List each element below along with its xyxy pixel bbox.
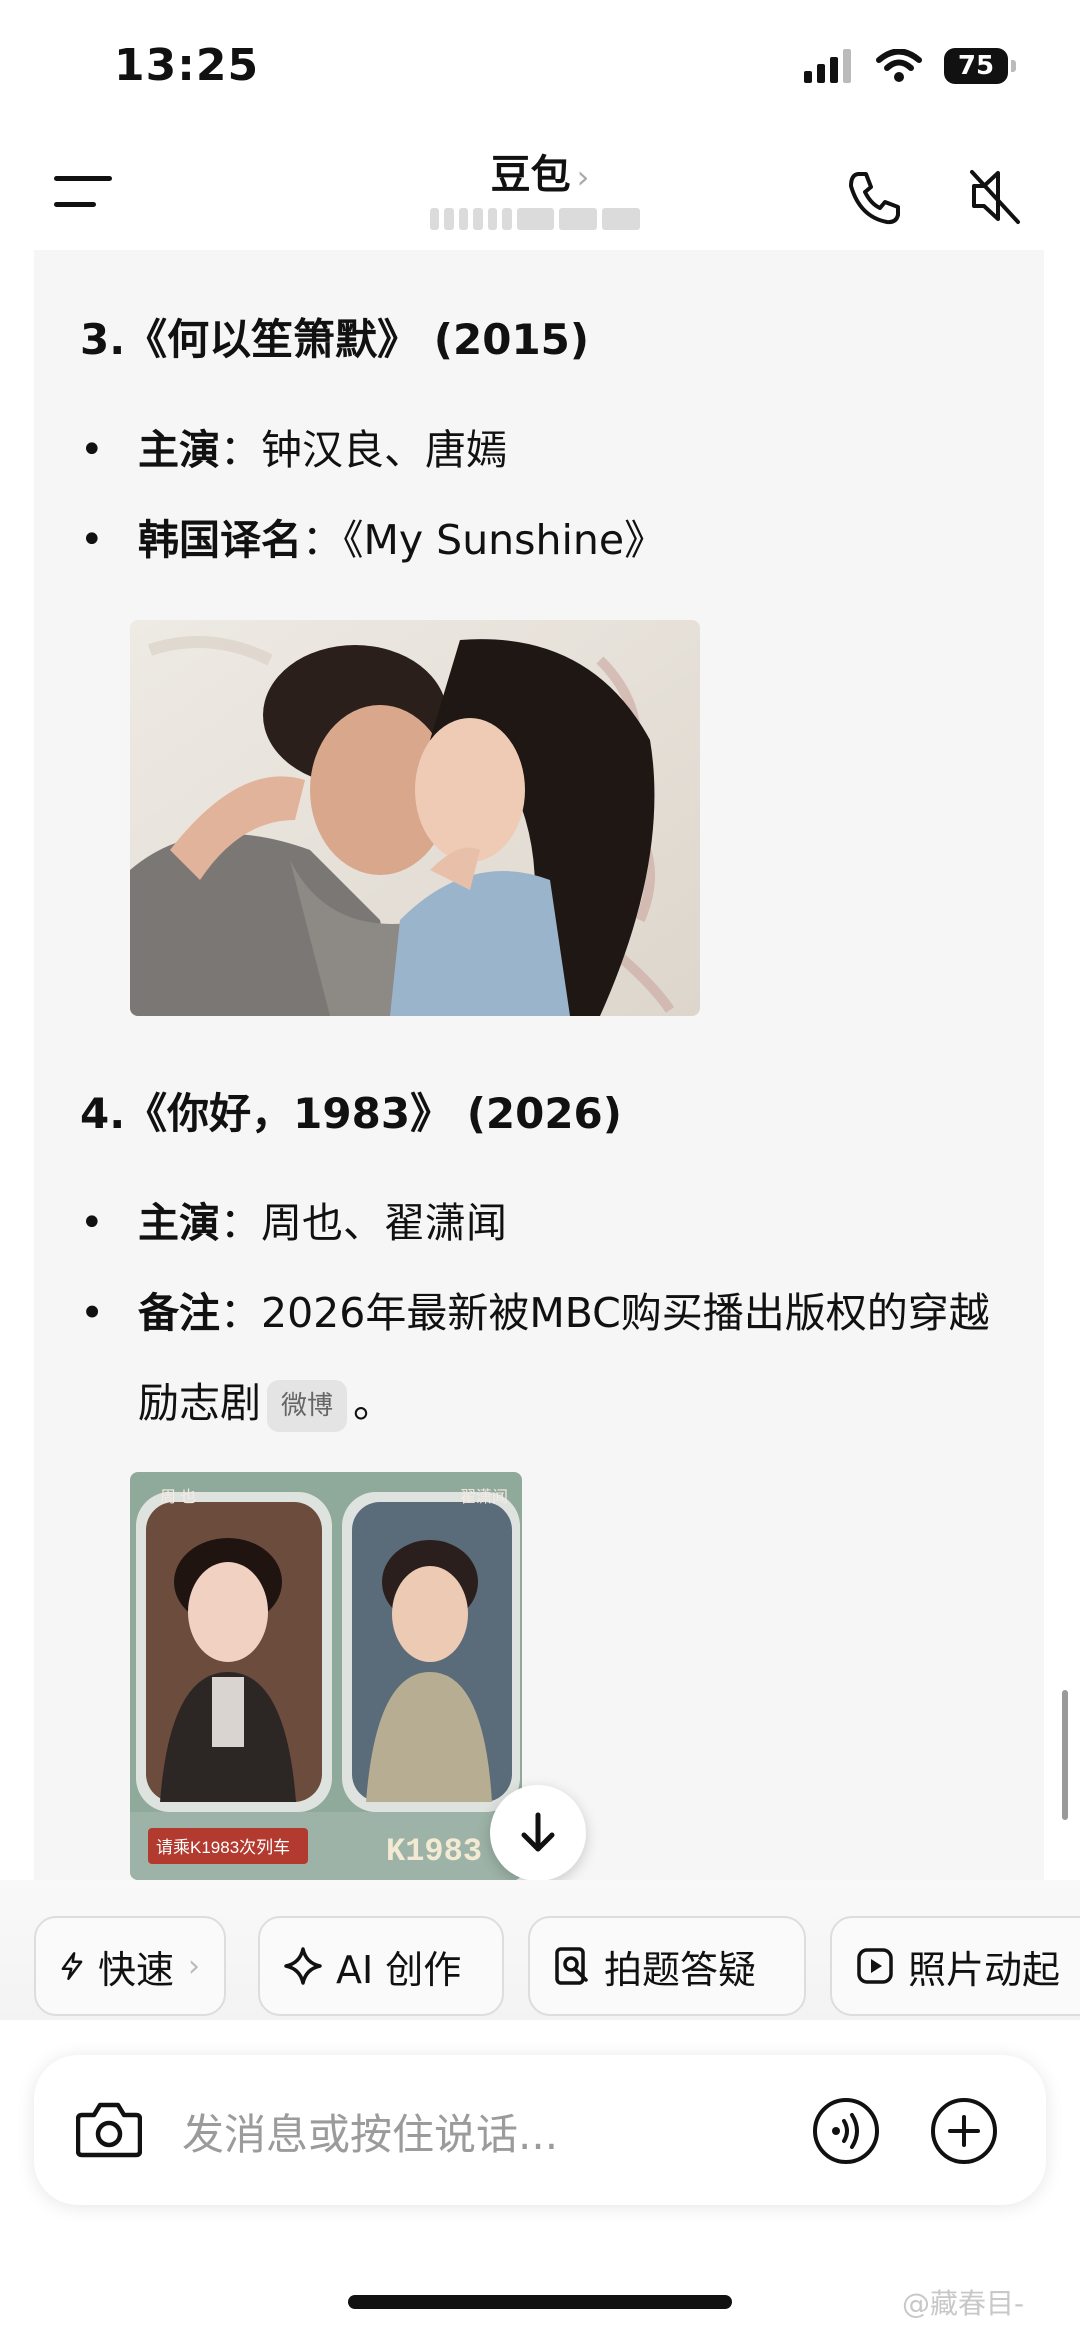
status-bar: 13:25 75 bbox=[0, 0, 1080, 130]
chip-label: 快速 bbox=[97, 1947, 174, 1992]
chip-scan-question[interactable]: 拍题答疑 bbox=[528, 1916, 806, 2016]
cast-label: 主演 bbox=[138, 426, 220, 474]
signal-icon bbox=[804, 49, 851, 83]
chevron-right-icon: › bbox=[576, 158, 590, 196]
chip-quick[interactable]: 快速 › bbox=[34, 1916, 226, 2016]
poster-train-number: K1983 bbox=[386, 1833, 482, 1870]
poster-actor-right: 翟潇闻 bbox=[460, 1488, 508, 1506]
chip-label: AI 创作 bbox=[336, 1947, 462, 1992]
status-icons: 75 bbox=[804, 48, 1016, 84]
drama-title-3: 3.《何以笙箫默》 (2015) bbox=[80, 315, 590, 364]
bullet-dot: • bbox=[80, 1289, 105, 1337]
bolt-icon bbox=[61, 1952, 83, 1980]
quick-actions-bar: 快速 › AI 创作 拍题答疑 照片动起 bbox=[0, 1880, 1080, 2020]
list-item: • 主演 ：钟汉良、唐嫣 bbox=[80, 405, 507, 495]
note-label: 备注 bbox=[138, 1289, 220, 1337]
scan-question-icon bbox=[555, 1947, 588, 1985]
poster-train-sign: 请乘K1983次列车 bbox=[156, 1838, 290, 1857]
sparkle-icon bbox=[284, 1947, 322, 1985]
header-title: 豆包 bbox=[490, 152, 571, 198]
header-title-wrap[interactable]: 豆包 › bbox=[0, 142, 1080, 200]
scrollbar[interactable] bbox=[1062, 1690, 1068, 1820]
source-badge[interactable]: 微博 bbox=[267, 1380, 348, 1432]
mute-icon[interactable] bbox=[968, 166, 1024, 226]
scroll-to-bottom-button[interactable] bbox=[490, 1785, 586, 1881]
arrow-down-icon bbox=[521, 1812, 555, 1852]
plus-icon[interactable] bbox=[930, 2097, 998, 2165]
poster-actor-left: 周 也 bbox=[160, 1488, 196, 1506]
wifi-icon bbox=[876, 49, 922, 82]
chip-label: 拍题答疑 bbox=[604, 1947, 757, 1992]
note-body: 备注：2026年最新被MBC购买播出版权的穿越励志剧 微博。 bbox=[138, 1268, 998, 1448]
poster-illustration bbox=[130, 620, 700, 1016]
watermark: @藏春目- bbox=[902, 2287, 1025, 2320]
message-input-bar: 发消息或按住说话... bbox=[34, 2055, 1046, 2205]
battery-icon: 75 bbox=[944, 48, 1016, 84]
list-item: • 韩国译名 ：《My Sunshine》 bbox=[80, 495, 665, 585]
cast-label: 主演 bbox=[138, 1199, 220, 1247]
chevron-right-icon: › bbox=[188, 1948, 200, 1984]
list-item: • 备注：2026年最新被MBC购买播出版权的穿越励志剧 微博。 bbox=[80, 1268, 998, 1448]
korean-title-value: ：《My Sunshine》 bbox=[302, 516, 666, 564]
note-end: 。 bbox=[353, 1379, 395, 1427]
chat-message-area[interactable]: 3.《何以笙箫默》 (2015) • 主演 ：钟汉良、唐嫣 • 韩国译名 ：《M… bbox=[34, 250, 1044, 1880]
drama-title-4: 4.《你好，1983》 (2026) bbox=[80, 1089, 622, 1138]
message-input[interactable]: 发消息或按住说话... bbox=[182, 2101, 558, 2162]
korean-title-label: 韩国译名 bbox=[138, 516, 302, 564]
poster-image[interactable] bbox=[130, 620, 700, 1016]
chip-photo-animate[interactable]: 照片动起 bbox=[830, 1916, 1080, 2016]
chip-ai-create[interactable]: AI 创作 bbox=[258, 1916, 504, 2016]
home-indicator[interactable] bbox=[348, 2295, 732, 2309]
poster-illustration: 周 也 翟潇闻 请乘K1983次列车 K1983 bbox=[130, 1472, 522, 1880]
header-subtitle bbox=[430, 208, 640, 230]
bullet-dot: • bbox=[80, 1200, 104, 1246]
cast-value: ：钟汉良、唐嫣 bbox=[220, 426, 507, 474]
voice-icon[interactable] bbox=[812, 2097, 880, 2165]
chat-header: 豆包 › bbox=[0, 130, 1080, 250]
bullet-dot: • bbox=[80, 427, 104, 473]
cast-value: ：周也、翟潇闻 bbox=[220, 1199, 507, 1247]
list-item: • 主演 ：周也、翟潇闻 bbox=[80, 1178, 507, 1268]
phone-icon[interactable] bbox=[846, 170, 902, 226]
bullet-dot: • bbox=[80, 517, 104, 563]
note-value: ：2026年最新被MBC购买播出版权的穿越励志剧 bbox=[138, 1289, 990, 1427]
chip-label: 照片动起 bbox=[908, 1947, 1061, 1992]
poster-image[interactable]: 周 也 翟潇闻 请乘K1983次列车 K1983 bbox=[130, 1472, 522, 1880]
camera-icon[interactable] bbox=[76, 2099, 142, 2159]
play-icon bbox=[857, 1948, 893, 1984]
status-time: 13:25 bbox=[114, 40, 260, 91]
